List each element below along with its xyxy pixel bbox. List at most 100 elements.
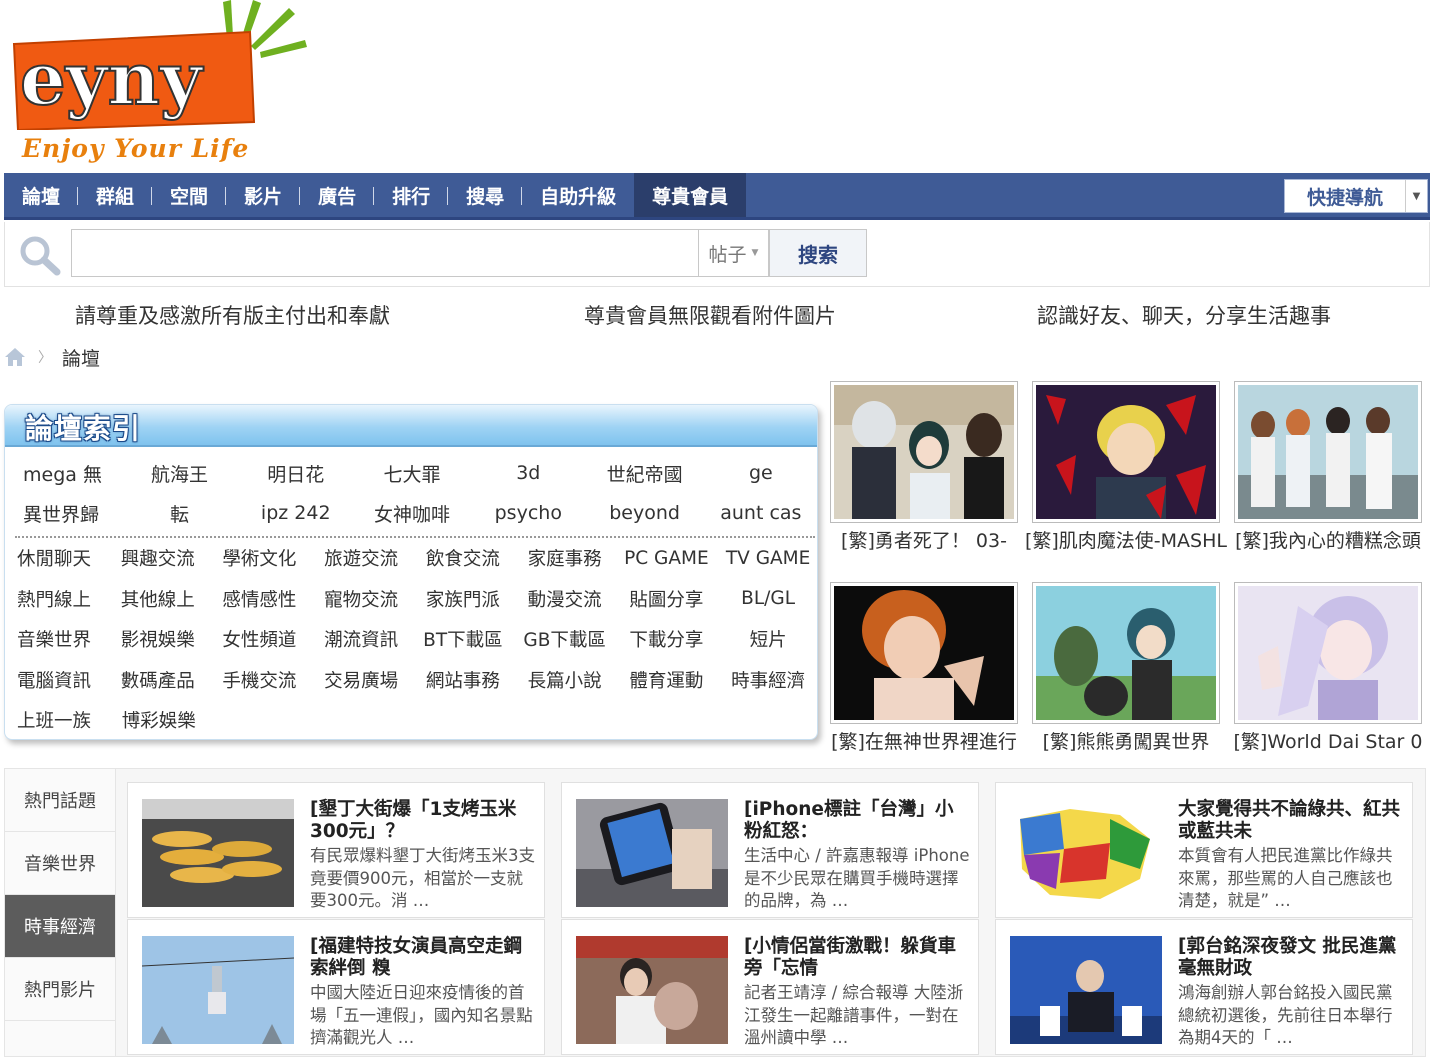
chevron-down-icon[interactable]: ▼ [1405, 180, 1427, 212]
nav-item-videos[interactable]: 影片 [226, 173, 301, 217]
video-thumb[interactable]: [繁]在無神世界裡進行 [830, 582, 1018, 757]
board-link[interactable]: 家庭事務 [514, 545, 616, 571]
news-title[interactable]: [iPhone標註「台灣」小粉紅怒： [744, 799, 970, 843]
hot-tag[interactable]: ge [703, 462, 817, 484]
hot-tag[interactable]: 転 [121, 500, 237, 527]
nav-item-forum[interactable]: 論壇 [4, 173, 79, 217]
board-link[interactable]: 網站事務 [412, 667, 514, 693]
board-link[interactable]: 動漫交流 [514, 586, 616, 612]
thumb-caption[interactable]: [繁]在無神世界裡進行 [819, 728, 1029, 757]
board-link[interactable]: 博彩娛樂 [108, 707, 211, 733]
slogan-link[interactable]: 認識好友、聊天，分享生活趣事 [1037, 300, 1331, 330]
board-link[interactable]: 貼圖分享 [616, 586, 718, 612]
tab-current-affairs[interactable]: 時事經濟 [5, 895, 115, 958]
tab-hot-videos[interactable]: 熱門影片 [5, 958, 115, 1021]
hot-tag[interactable]: psycho [470, 502, 586, 524]
board-link[interactable]: 時事經濟 [717, 667, 817, 693]
board-link[interactable]: 其他線上 [107, 586, 209, 612]
board-link[interactable]: 影視娛樂 [107, 626, 209, 652]
nav-item-search[interactable]: 搜尋 [448, 173, 523, 217]
board-link[interactable]: BT下載區 [412, 626, 514, 652]
tab-music[interactable]: 音樂世界 [5, 832, 115, 895]
board-link[interactable]: 交易廣場 [310, 667, 412, 693]
home-icon[interactable] [4, 347, 26, 367]
thumb-frame[interactable] [1032, 381, 1220, 523]
board-link[interactable]: GB下載區 [514, 626, 616, 652]
hot-tag[interactable]: 女神咖啡 [354, 500, 470, 527]
board-link[interactable]: 學術文化 [209, 545, 311, 571]
slogan-link[interactable]: 尊貴會員無限觀看附件圖片 [584, 300, 836, 330]
hot-tag[interactable]: 明日花 [238, 460, 354, 487]
board-link[interactable]: 體育運動 [616, 667, 718, 693]
thumb-frame[interactable] [830, 582, 1018, 724]
breadcrumb-current[interactable]: 論壇 [62, 344, 100, 371]
board-link[interactable]: 熱門線上 [5, 586, 107, 612]
board-link[interactable]: 休閒聊天 [5, 545, 107, 571]
news-card[interactable]: [墾丁大街爆「1支烤玉米300元」？ 有民眾爆料墾丁大街烤玉米3支竟要價900元… [127, 782, 545, 918]
thumb-frame[interactable] [1032, 582, 1220, 724]
board-link[interactable]: PC GAME [616, 548, 718, 569]
hot-tag[interactable]: aunt cas [703, 502, 817, 524]
news-card[interactable]: 大家覺得共不論綠共、紅共或藍共未 本質會有人把民進黨比作綠共來罵，那些罵的人自己… [995, 782, 1413, 918]
site-logo[interactable]: eyny Enjoy Your Life [6, 0, 307, 170]
board-link[interactable]: 音樂世界 [5, 626, 107, 652]
hot-tag[interactable]: 異世界歸 [5, 500, 121, 527]
hot-tag[interactable]: 航海王 [121, 460, 237, 487]
news-title[interactable]: [郭台銘深夜發文 批民進黨毫無財政 [1178, 936, 1404, 980]
board-link[interactable]: 興趣交流 [107, 545, 209, 571]
news-card[interactable]: [小情侶當街激戰！躲貨車旁「忘情 記者王靖淳 / 綜合報導 大陸浙江發生一起離譜… [561, 919, 979, 1055]
thumb-caption[interactable]: [繁]勇者死了！ 03- [819, 527, 1029, 556]
thumb-caption[interactable]: [繁]World Dai Star 0 [1223, 728, 1433, 757]
thumb-frame[interactable] [830, 381, 1018, 523]
nav-item-ranking[interactable]: 排行 [374, 173, 449, 217]
nav-item-upgrade[interactable]: 自助升級 [522, 173, 634, 217]
thumb-caption[interactable]: [繁]我內心的糟糕念頭 [1223, 527, 1433, 556]
nav-item-ads[interactable]: 廣告 [300, 173, 375, 217]
thumb-frame[interactable] [1234, 582, 1422, 724]
hot-tag[interactable]: ipz 242 [238, 502, 354, 524]
hot-tag[interactable]: 七大罪 [354, 460, 470, 487]
video-thumb[interactable]: [繁]勇者死了！ 03- [830, 381, 1018, 556]
board-link[interactable]: BL/GL [717, 588, 817, 609]
board-link[interactable]: 家族門派 [412, 586, 514, 612]
nav-item-groups[interactable]: 群組 [78, 173, 153, 217]
search-type-select[interactable]: 帖子 ▼ [699, 229, 769, 277]
board-link[interactable]: 女性頻道 [209, 626, 311, 652]
video-thumb[interactable]: [繁]World Dai Star 0 [1234, 582, 1423, 757]
thumb-caption[interactable]: [繁]熊熊勇闖異世界 [1021, 728, 1231, 757]
hot-tag[interactable]: beyond [586, 502, 702, 524]
board-link[interactable]: 潮流資訊 [310, 626, 412, 652]
tab-hot-topics[interactable]: 熱門話題 [5, 769, 115, 832]
board-link[interactable]: 長篇小說 [514, 667, 616, 693]
hot-tag[interactable]: 世紀帝國 [586, 460, 702, 487]
board-link[interactable]: TV GAME [717, 548, 817, 569]
board-link[interactable]: 短片 [717, 626, 817, 652]
video-thumb[interactable]: [繁]熊熊勇闖異世界 [1032, 582, 1220, 757]
thumb-caption[interactable]: [繁]肌肉魔法使-MASHL [1021, 527, 1231, 556]
search-button[interactable]: 搜索 [769, 229, 867, 277]
board-link[interactable]: 下載分享 [616, 626, 718, 652]
news-card[interactable]: [郭台銘深夜發文 批民進黨毫無財政 鴻海創辦人郭台銘投入國民黨總統初選後，先前往… [995, 919, 1413, 1055]
search-input[interactable] [71, 229, 699, 277]
quick-nav-dropdown[interactable]: 快捷導航 ▼ [1284, 179, 1428, 213]
slogan-link[interactable]: 請尊重及感激所有版主付出和奉獻 [75, 300, 390, 330]
board-link[interactable]: 手機交流 [209, 667, 311, 693]
video-thumb[interactable]: [繁]肌肉魔法使-MASHL [1025, 381, 1227, 556]
board-link[interactable]: 數碼產品 [107, 667, 209, 693]
news-card[interactable]: [iPhone標註「台灣」小粉紅怒： 生活中心 / 許嘉惠報導 iPhone是不… [561, 782, 979, 918]
board-link[interactable]: 上班一族 [5, 707, 108, 733]
news-card[interactable]: [福建特技女演員高空走鋼索絆倒 糗 中國大陸近日迎來疫情後的首場「五一連假」，國… [127, 919, 545, 1055]
video-thumb[interactable]: [繁]我內心的糟糕念頭 [1234, 381, 1422, 556]
board-link[interactable]: 旅遊交流 [310, 545, 412, 571]
hot-tag[interactable]: 3d [470, 462, 586, 484]
news-title[interactable]: 大家覺得共不論綠共、紅共或藍共未 [1178, 799, 1404, 843]
news-title[interactable]: [福建特技女演員高空走鋼索絆倒 糗 [310, 936, 536, 980]
board-link[interactable]: 電腦資訊 [5, 667, 107, 693]
nav-item-space[interactable]: 空間 [152, 173, 227, 217]
news-title[interactable]: [小情侶當街激戰！躲貨車旁「忘情 [744, 936, 970, 980]
board-link[interactable]: 寵物交流 [310, 586, 412, 612]
thumb-frame[interactable] [1234, 381, 1422, 523]
board-link[interactable]: 感情感性 [209, 586, 311, 612]
nav-item-vip[interactable]: 尊貴會員 [634, 173, 747, 217]
news-title[interactable]: [墾丁大街爆「1支烤玉米300元」？ [310, 799, 536, 843]
